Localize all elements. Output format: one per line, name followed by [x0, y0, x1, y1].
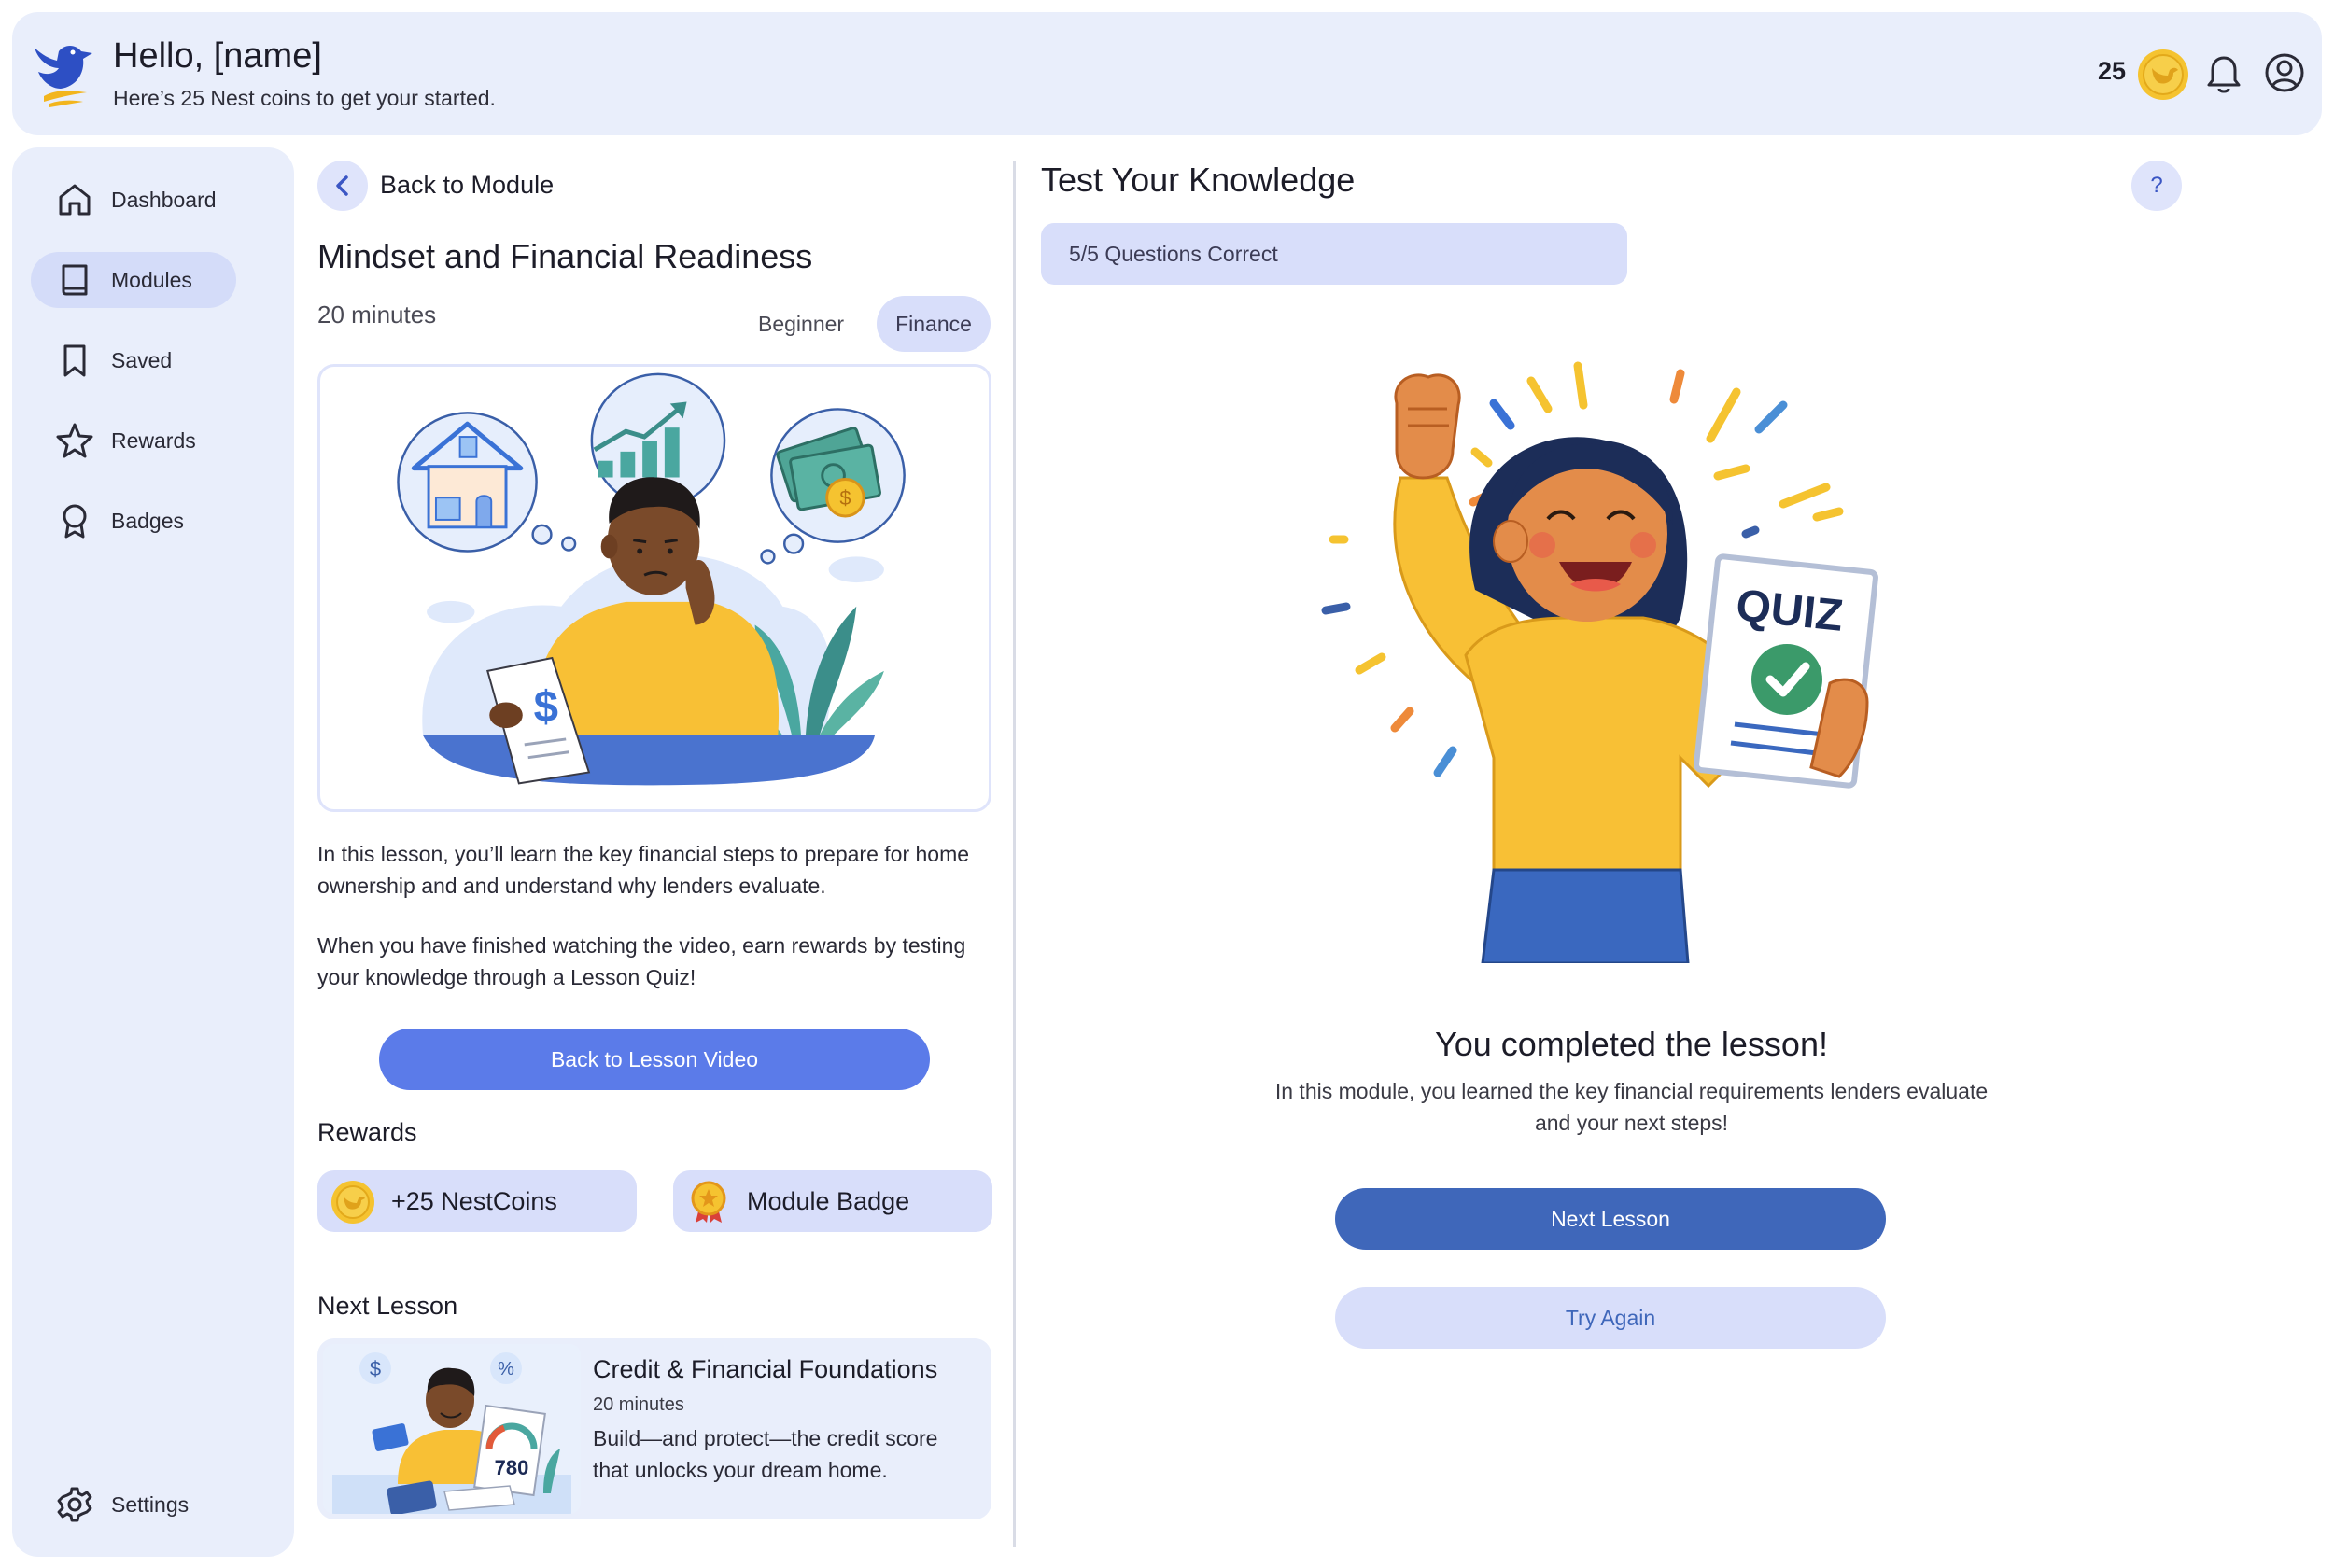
- quiz-score-bar: 5/5 Questions Correct: [1041, 223, 1627, 285]
- completed-description: In this module, you learned the key fina…: [1274, 1079, 1989, 1135]
- notification-bell-icon[interactable]: [2203, 53, 2244, 96]
- lesson-illustration: $ $: [397, 372, 906, 786]
- sidebar-item-rewards[interactable]: Rewards: [31, 413, 236, 469]
- credit-score-text: 780: [495, 1456, 529, 1479]
- next-lesson-thumbnail: $ % 780: [323, 1344, 581, 1514]
- try-again-button[interactable]: Try Again: [1335, 1287, 1886, 1349]
- next-lesson-heading: Next Lesson: [317, 1292, 458, 1320]
- column-divider: [1013, 161, 1016, 1547]
- sidebar-item-label: Dashboard: [111, 187, 217, 212]
- quiz-score-text: 5/5 Questions Correct: [1069, 242, 1278, 266]
- greeting-subtitle: Here’s 25 Nest coins to get your started…: [113, 86, 496, 110]
- sidebar-item-modules[interactable]: Modules: [31, 252, 236, 308]
- next-lesson-description: Build—and protect—the credit score that …: [593, 1426, 938, 1482]
- account-icon[interactable]: [2263, 51, 2306, 94]
- tag-beginner: Beginner: [758, 312, 845, 336]
- badge-icon: [63, 504, 87, 539]
- help-button[interactable]: ?: [2131, 161, 2182, 211]
- tag-finance: Finance: [877, 296, 991, 352]
- sidebar-item-dashboard[interactable]: Dashboard: [31, 172, 236, 228]
- back-to-module-link[interactable]: Back to Module: [380, 171, 554, 200]
- sidebar-item-label: Badges: [111, 508, 185, 533]
- medal-icon: [691, 1181, 726, 1223]
- next-lesson-title: Credit & Financial Foundations: [593, 1355, 938, 1383]
- svg-text:$: $: [839, 486, 851, 510]
- back-to-lesson-video-button[interactable]: Back to Lesson Video: [379, 1029, 930, 1090]
- credit-illustration: $ % 780: [323, 1344, 581, 1514]
- gear-icon: [57, 1487, 92, 1522]
- sidebar-item-badges[interactable]: Badges: [31, 493, 236, 549]
- sidebar-item-label: Modules: [111, 267, 192, 292]
- top-bar: Hello, [name] Here’s 25 Nest coins to ge…: [12, 12, 2322, 135]
- sidebar-item-settings[interactable]: Settings: [31, 1477, 236, 1533]
- svg-text:$: $: [370, 1357, 381, 1380]
- star-icon: [56, 423, 93, 458]
- sidebar: Dashboard Modules Saved Rewards Badges S…: [12, 147, 294, 1557]
- greeting-title: Hello, [name]: [113, 36, 322, 76]
- next-lesson-duration: 20 minutes: [593, 1394, 684, 1415]
- lesson-title: Mindset and Financial Readiness: [317, 237, 813, 275]
- reward-label: Module Badge: [747, 1187, 910, 1215]
- home-icon: [59, 184, 91, 216]
- sidebar-item-label: Settings: [111, 1491, 190, 1517]
- reward-nestcoins: +25 NestCoins: [317, 1170, 637, 1232]
- celebration-illustration: QUIZ: [1321, 361, 1878, 963]
- svg-text:%: %: [498, 1359, 514, 1379]
- reward-label: +25 NestCoins: [391, 1187, 557, 1215]
- coin-icon[interactable]: [2136, 48, 2190, 102]
- nest-bird-logo-icon[interactable]: [29, 36, 96, 111]
- lesson-video[interactable]: $ $: [317, 364, 991, 812]
- bookmark-icon: [63, 344, 86, 377]
- completed-title: You completed the lesson!: [1435, 1025, 1828, 1063]
- book-icon: [62, 264, 88, 296]
- sidebar-item-label: Saved: [111, 347, 173, 372]
- svg-text:$: $: [534, 682, 558, 732]
- rewards-heading: Rewards: [317, 1118, 417, 1146]
- reward-module-badge: Module Badge: [673, 1170, 992, 1232]
- back-to-module-button[interactable]: [317, 161, 368, 211]
- lesson-description: In this lesson, you’ll learn the key fin…: [317, 842, 970, 898]
- sidebar-item-saved[interactable]: Saved: [31, 332, 236, 388]
- next-lesson-button[interactable]: Next Lesson: [1335, 1188, 1886, 1250]
- sidebar-item-label: Rewards: [111, 427, 196, 453]
- chevron-left-icon: [336, 175, 348, 196]
- next-lesson-card[interactable]: $ % 780 Credit & Financial Foundations 2…: [317, 1338, 991, 1519]
- quiz-title: Test Your Knowledge: [1041, 161, 1356, 199]
- coin-count: 25: [2098, 57, 2127, 85]
- lesson-quiz-instructions: When you have finished watching the vide…: [317, 933, 966, 989]
- coin-icon: [331, 1181, 374, 1224]
- lesson-duration: 20 minutes: [317, 301, 437, 329]
